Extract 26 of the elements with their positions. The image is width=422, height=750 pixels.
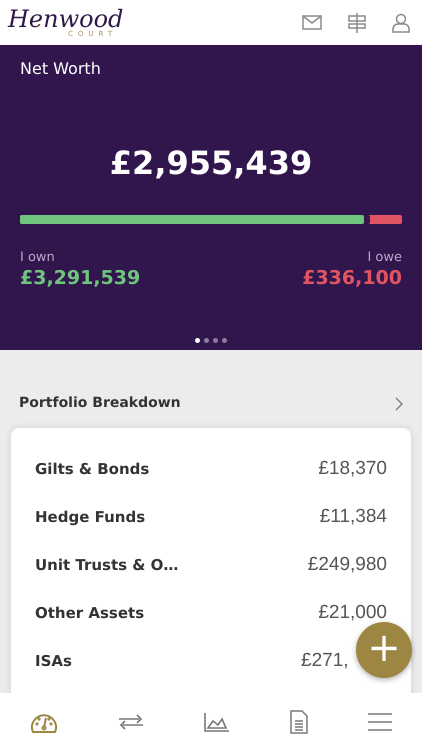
own-label: I own xyxy=(20,249,56,267)
page-dot[interactable] xyxy=(222,338,227,344)
net-worth-total: £2,955,439 xyxy=(108,143,314,184)
page-dot[interactable] xyxy=(204,338,209,344)
owe-label: I owe xyxy=(367,249,402,267)
asset-name: Unit Trusts & O… xyxy=(35,554,178,576)
mail-icon[interactable] xyxy=(302,15,322,30)
asset-value: £249,980 xyxy=(308,552,387,577)
asset-name: Hedge Funds xyxy=(35,506,146,528)
logo-wordmark: Henwood xyxy=(8,7,124,31)
asset-value: £11,384 xyxy=(320,504,387,529)
user-icon[interactable] xyxy=(392,12,410,32)
asset-value: £21,000 xyxy=(318,600,387,625)
asset-value: £271, xyxy=(301,648,350,673)
signpost-icon[interactable] xyxy=(346,12,368,34)
chevron-right-icon[interactable] xyxy=(395,396,403,410)
owe-amount: £336,100 xyxy=(302,268,402,288)
page-dot[interactable] xyxy=(195,338,200,344)
asset-name: Other Assets xyxy=(35,602,144,624)
asset-name: Gilts & Bonds xyxy=(35,458,150,480)
page-dot[interactable] xyxy=(213,338,218,344)
panel-title: Net Worth xyxy=(20,58,102,80)
own-amount: £3,291,539 xyxy=(20,268,140,288)
section-title: Portfolio Breakdown xyxy=(19,394,181,413)
asset-value: £18,370 xyxy=(318,456,387,481)
asset-name: ISAs xyxy=(35,650,72,672)
